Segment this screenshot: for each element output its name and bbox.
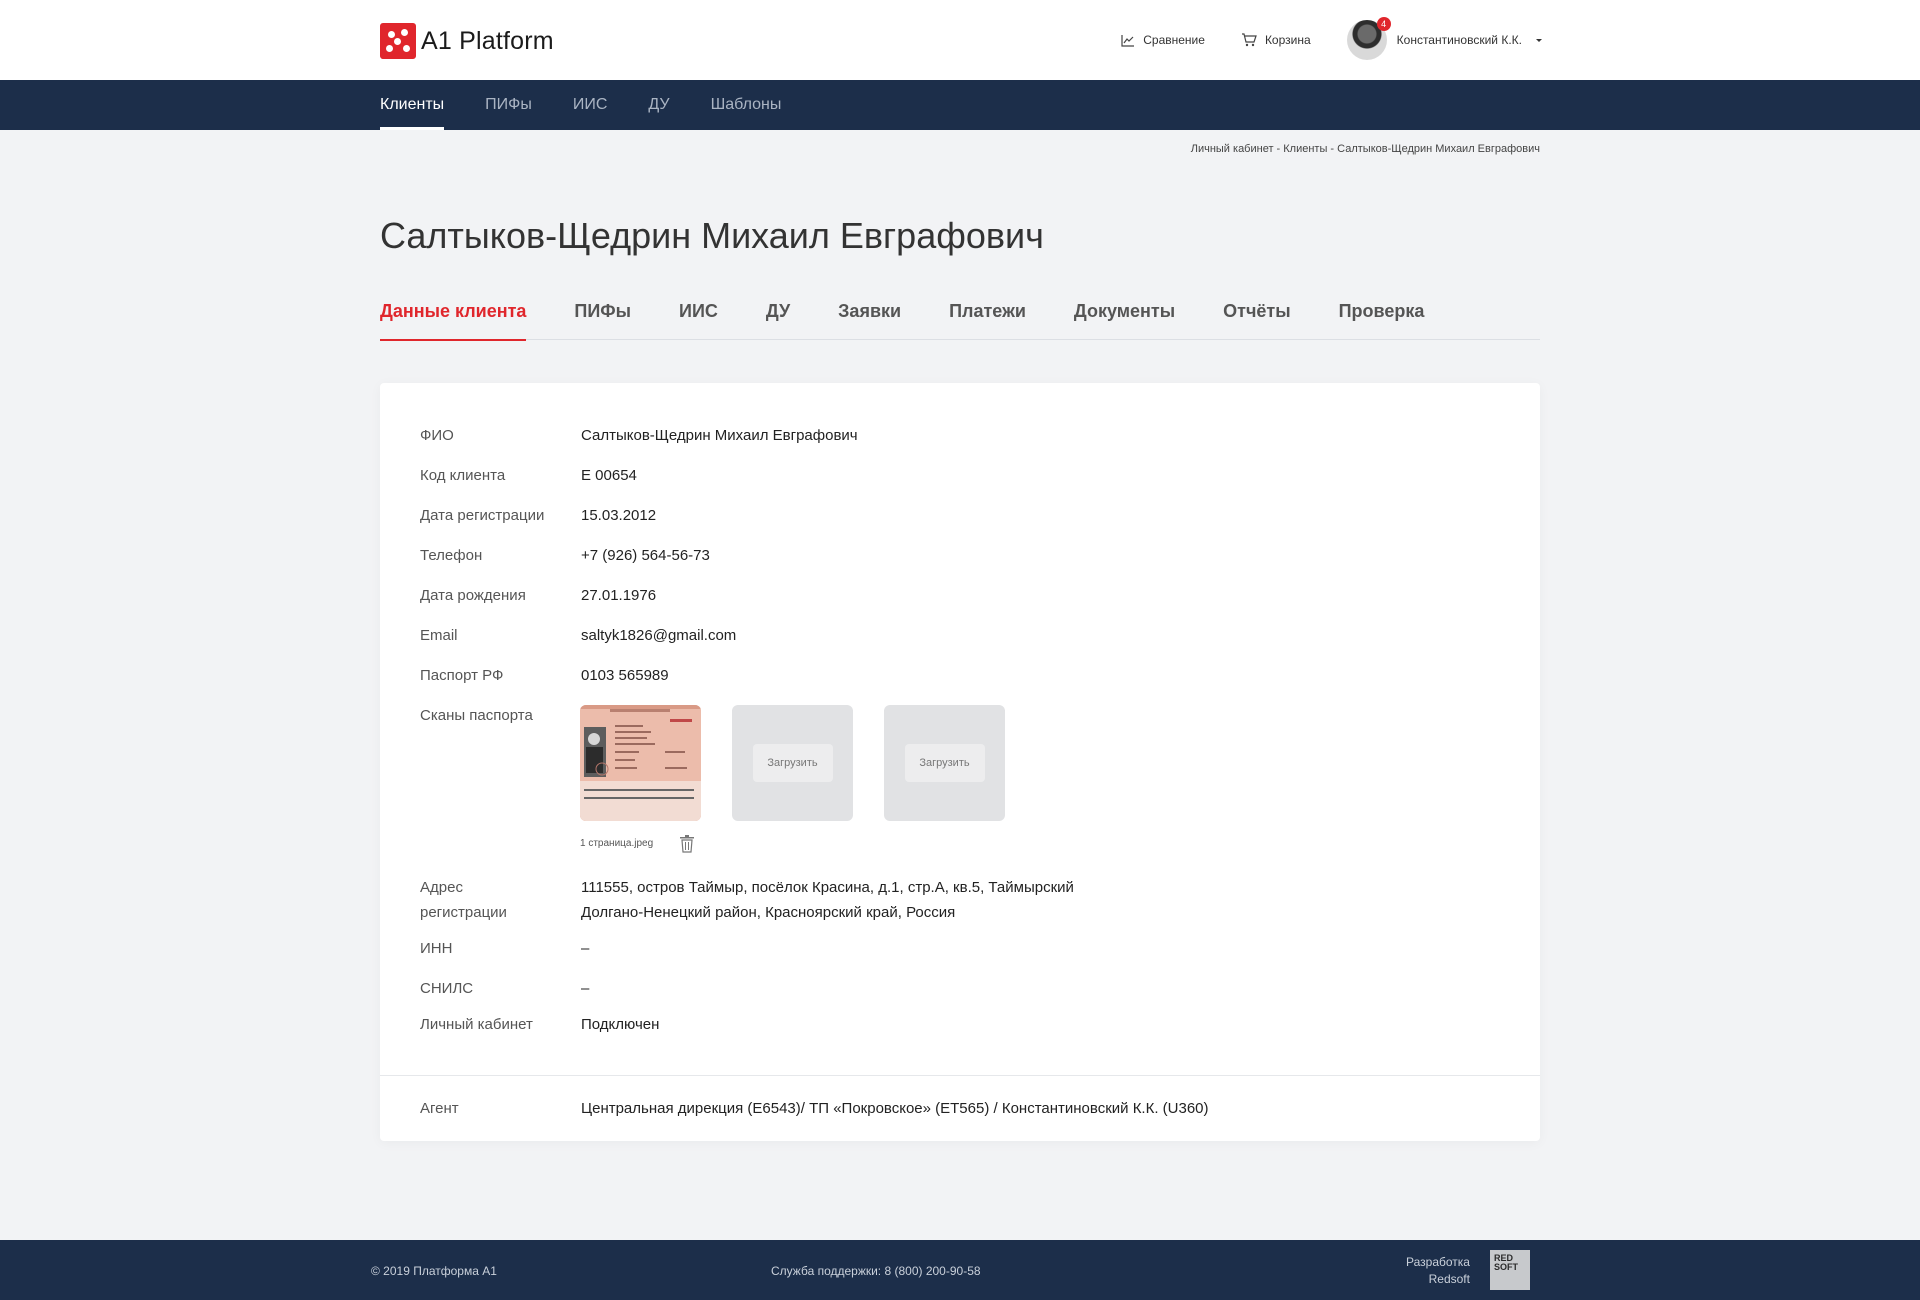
redsoft-logo-line-2: SOFT <box>1494 1262 1518 1272</box>
field-phone: Телефон +7 (926) 564-56-73 <box>420 543 710 568</box>
app-logo[interactable]: A1 Platform <box>380 23 554 59</box>
field-label: Дата регистрации <box>420 507 545 524</box>
nav-item-iis[interactable]: ИИС <box>573 80 608 130</box>
field-label: СНИЛС <box>420 980 474 997</box>
field-snils: СНИЛС – <box>420 976 589 1001</box>
field-label-line-1: Адрес <box>420 879 463 896</box>
address-line-1: 111555, остров Таймыр, посёлок Красина, … <box>581 879 1074 896</box>
field-value: +7 (926) 564-56-73 <box>581 547 710 564</box>
field-birth-date: Дата рождения 27.01.1976 <box>420 583 656 608</box>
field-value: Центральная дирекция (E6543)/ ТП «Покров… <box>581 1100 1209 1117</box>
field-fio: ФИО Салтыков-Щедрин Михаил Евграфович <box>420 423 858 448</box>
nav-item-templates[interactable]: Шаблоны <box>711 80 782 130</box>
field-value: – <box>581 980 590 997</box>
support-phone[interactable]: Служба поддержки: 8 (800) 200-90-58 <box>771 1264 981 1278</box>
developer-name: Redsoft <box>1428 1272 1470 1286</box>
nav-item-funds[interactable]: ПИФы <box>485 80 532 130</box>
field-email: Email saltyk1826@gmail.com <box>420 623 736 648</box>
field-label: Адрес регистрации <box>420 875 581 925</box>
cart-icon <box>1241 33 1257 47</box>
tab-client-data[interactable]: Данные клиента <box>380 292 527 341</box>
client-tabs: Данные клиента ПИФы ИИС ДУ Заявки Платеж… <box>380 292 1540 341</box>
field-value: Подключен <box>581 1016 660 1033</box>
field-value: 27.01.1976 <box>581 587 657 604</box>
compare-link[interactable]: Сравнение <box>1121 33 1205 47</box>
breadcrumb[interactable]: Личный кабинет - Клиенты - Салтыков-Щедр… <box>1191 143 1540 155</box>
tab-reports[interactable]: Отчёты <box>1223 292 1290 340</box>
trash-icon[interactable] <box>680 835 694 853</box>
user-name: Константиновский К.К. <box>1396 33 1522 47</box>
field-value: saltyk1826@gmail.com <box>581 627 737 644</box>
tab-du[interactable]: ДУ <box>766 292 790 340</box>
field-agent: Агент Центральная дирекция (E6543)/ ТП «… <box>420 1096 1209 1121</box>
field-label: Паспорт РФ <box>420 667 504 684</box>
main-nav: Клиенты ПИФы ИИС ДУ Шаблоны <box>0 80 1920 130</box>
tab-iis[interactable]: ИИС <box>679 292 718 340</box>
field-value: 111555, остров Таймыр, посёлок Красина, … <box>581 875 1074 925</box>
field-address: Адрес регистрации 111555, остров Таймыр,… <box>420 875 1074 925</box>
field-value: E 00654 <box>581 467 637 484</box>
passport-image <box>580 705 701 821</box>
header-actions: Сравнение Корзина 4 Константиновский К.К… <box>1085 17 1542 62</box>
tab-funds[interactable]: ПИФы <box>574 292 631 340</box>
field-value: – <box>581 940 590 957</box>
top-header: A1 Platform Сравнение Корзина 4 Констант… <box>0 0 1920 80</box>
passport-scan-thumbnail[interactable] <box>580 705 701 821</box>
passport-scan-slot-3: Загрузить <box>884 705 1005 821</box>
passport-scans: Загрузить Загрузить <box>580 705 1036 821</box>
app-name: A1 Platform <box>421 26 554 55</box>
tab-requests[interactable]: Заявки <box>838 292 901 340</box>
field-label: ФИО <box>420 427 454 444</box>
field-label: Телефон <box>420 547 483 564</box>
divider <box>380 1075 1540 1076</box>
field-passport-scans: Сканы паспорта <box>420 703 581 728</box>
field-client-code: Код клиента E 00654 <box>420 463 637 488</box>
field-value: 15.03.2012 <box>581 507 657 524</box>
field-label: ИНН <box>420 940 453 957</box>
field-label: Агент <box>420 1100 459 1117</box>
field-cabinet: Личный кабинет Подключен <box>420 1012 659 1037</box>
upload-button[interactable]: Загрузить <box>752 744 833 782</box>
copyright: © 2019 Платформа А1 <box>371 1264 497 1278</box>
compare-label: Сравнение <box>1143 33 1205 47</box>
passport-scan-slot-2: Загрузить <box>732 705 853 821</box>
field-label-line-2: регистрации <box>420 904 507 921</box>
field-label: Личный кабинет <box>420 1016 533 1033</box>
avatar: 4 <box>1346 17 1391 60</box>
page-title: Салтыков-Щедрин Михаил Евграфович <box>380 215 1044 256</box>
upload-button[interactable]: Загрузить <box>904 744 985 782</box>
field-inn: ИНН – <box>420 936 589 961</box>
cart-link[interactable]: Корзина <box>1241 33 1311 47</box>
client-data-card: ФИО Салтыков-Щедрин Михаил Евграфович Ко… <box>380 383 1540 1141</box>
chart-icon <box>1121 34 1135 47</box>
address-line-2: Долгано-Ненецкий район, Красноярский кра… <box>581 904 956 921</box>
tab-documents[interactable]: Документы <box>1074 292 1175 340</box>
developer-label: Разработка <box>1406 1255 1470 1269</box>
scan-file-name: 1 страница.jpeg <box>580 838 654 849</box>
field-label: Email <box>420 627 458 644</box>
nav-item-du[interactable]: ДУ <box>648 80 669 130</box>
field-value: 0103 565989 <box>581 667 669 684</box>
field-label: Дата рождения <box>420 587 526 604</box>
footer: © 2019 Платформа А1 Служба поддержки: 8 … <box>0 1240 1920 1300</box>
field-reg-date: Дата регистрации 15.03.2012 <box>420 503 656 528</box>
logo-icon <box>380 23 416 59</box>
field-label: Код клиента <box>420 467 506 484</box>
tab-check[interactable]: Проверка <box>1339 292 1425 340</box>
redsoft-logo[interactable]: RED SOFT <box>1490 1250 1530 1290</box>
user-menu[interactable]: 4 Константиновский К.К. <box>1346 17 1542 60</box>
cart-label: Корзина <box>1264 33 1311 47</box>
chevron-down-icon <box>1536 38 1542 42</box>
nav-item-clients[interactable]: Клиенты <box>380 80 445 130</box>
field-label: Сканы паспорта <box>420 707 533 724</box>
tab-payments[interactable]: Платежи <box>949 292 1026 340</box>
developer-credit: Разработка Redsoft <box>1406 1254 1470 1288</box>
field-value: Салтыков-Щедрин Михаил Евграфович <box>581 427 858 444</box>
notification-badge: 4 <box>1376 17 1391 31</box>
field-passport: Паспорт РФ 0103 565989 <box>420 663 669 688</box>
